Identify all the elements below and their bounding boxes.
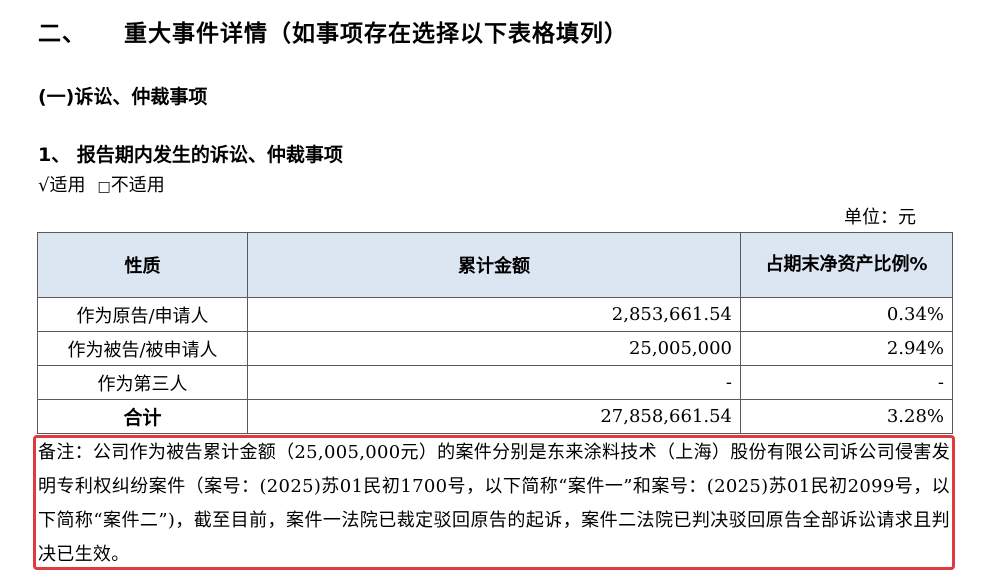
row-amount: 25,005,000 bbox=[247, 331, 741, 366]
table-total-row: 合计 27,858,661.54 3.28% bbox=[37, 399, 953, 434]
table-row: 作为第三人 - - bbox=[37, 365, 953, 400]
header-amount: 累计金额 bbox=[247, 232, 741, 298]
header-nature: 性质 bbox=[37, 232, 248, 298]
row-category: 作为原告/申请人 bbox=[37, 297, 248, 332]
row-amount: - bbox=[247, 365, 741, 400]
row-ratio: 2.94% bbox=[740, 331, 953, 366]
table-row: 作为原告/申请人 2,853,661.54 0.34% bbox=[37, 297, 953, 332]
item-heading: 1、 报告期内发生的诉讼、仲裁事项 bbox=[38, 144, 343, 166]
total-label: 合计 bbox=[37, 399, 248, 434]
not-applicable-option: 不适用 bbox=[110, 175, 165, 196]
total-ratio: 3.28% bbox=[740, 399, 953, 434]
section-heading: 二、 重大事件详情（如事项存在选择以下表格填列） bbox=[38, 14, 628, 48]
subsection-heading: (一)诉讼、仲裁事项 bbox=[38, 86, 208, 108]
note-text: 备注：公司作为被告累计金额（25,005,000元）的案件分别是东来涂料技术（上… bbox=[38, 442, 950, 565]
table-row: 作为被告/被申请人 25,005,000 2.94% bbox=[37, 331, 953, 366]
applicable-option: √适用 bbox=[38, 175, 86, 196]
table-header-row: 性质 累计金额 占期末净资产比例% bbox=[37, 232, 953, 298]
row-category: 作为第三人 bbox=[37, 365, 248, 400]
checkbox-icon: □ bbox=[97, 179, 111, 195]
section-number: 二、 bbox=[38, 21, 86, 47]
row-ratio: - bbox=[740, 365, 953, 400]
total-amount: 27,858,661.54 bbox=[247, 399, 741, 434]
row-amount: 2,853,661.54 bbox=[247, 297, 741, 332]
header-ratio: 占期末净资产比例% bbox=[740, 232, 953, 298]
applicability-line: √适用 □不适用 bbox=[38, 171, 165, 197]
litigation-table: 性质 累计金额 占期末净资产比例% 作为原告/申请人 2,853,661.54 … bbox=[37, 232, 953, 434]
row-ratio: 0.34% bbox=[740, 297, 953, 332]
row-category: 作为被告/被申请人 bbox=[37, 331, 248, 366]
section-title: 重大事件详情（如事项存在选择以下表格填列） bbox=[124, 21, 628, 47]
unit-label: 单位：元 bbox=[844, 207, 916, 228]
